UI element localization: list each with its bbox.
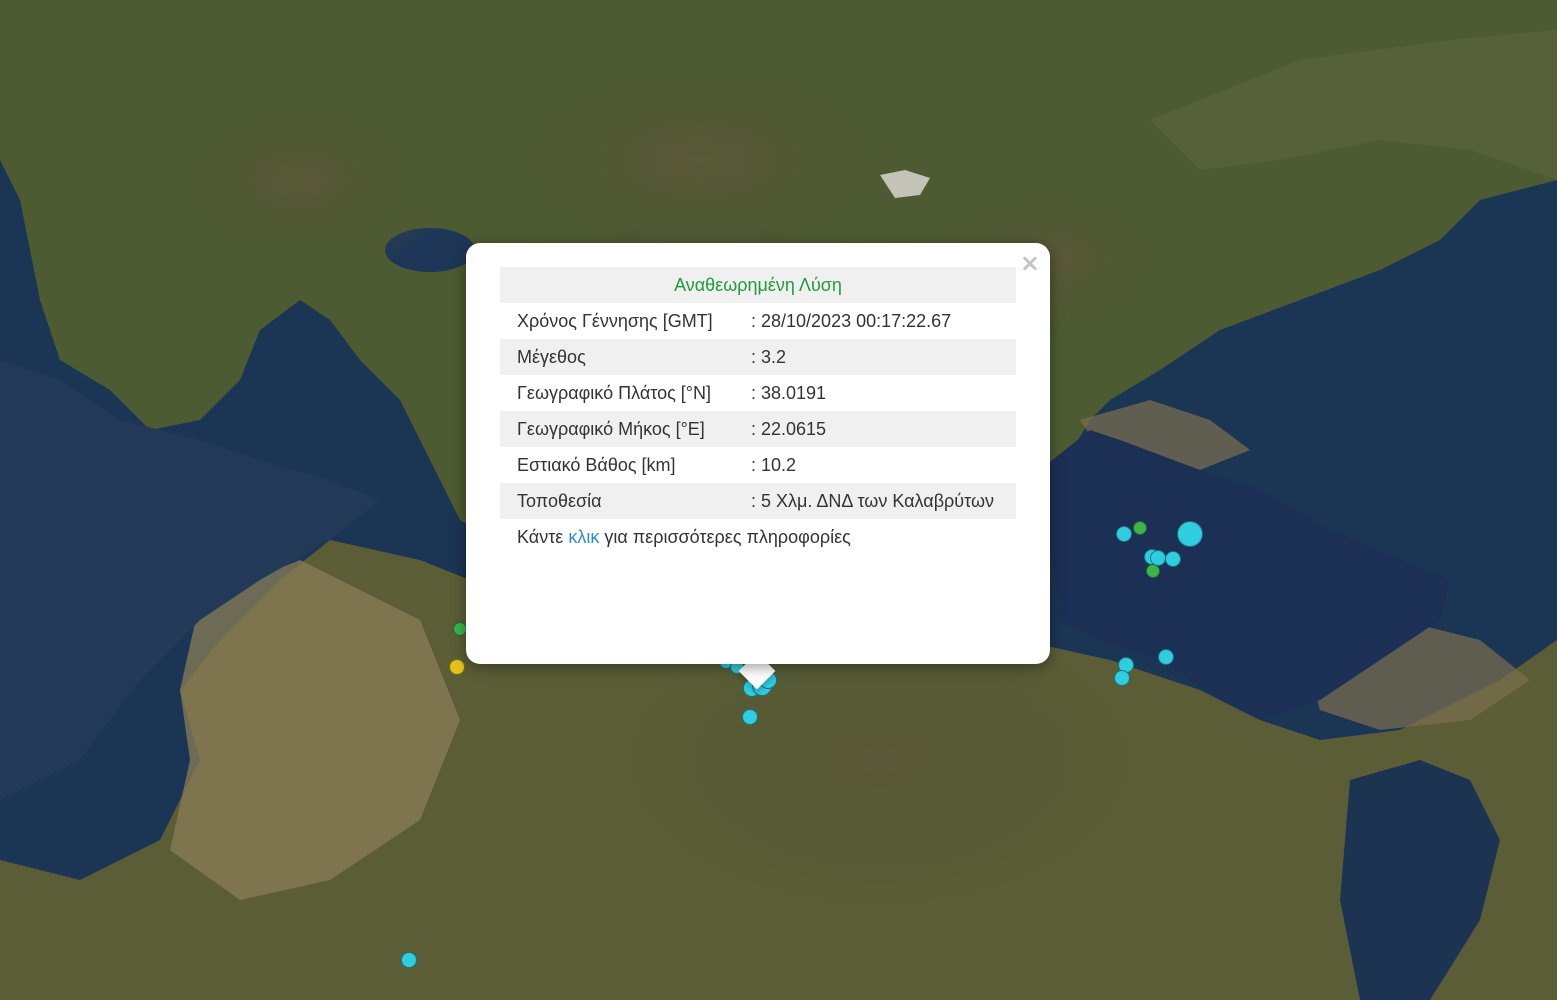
latitude-label: Γεωγραφικό Πλάτος [°N] — [517, 383, 711, 403]
origin-time-value: : 28/10/2023 00:17:22.67 — [751, 311, 952, 331]
quake-marker[interactable] — [1165, 551, 1181, 567]
quake-marker[interactable] — [1133, 521, 1147, 535]
depth-label: Εστιακό Βάθος [km] — [517, 455, 676, 475]
quake-marker[interactable] — [1158, 649, 1174, 665]
satellite-map[interactable]: × Αναθεωρημένη Λύση Χρόνος Γέννησης [GMT… — [0, 0, 1557, 1000]
quake-marker[interactable] — [449, 659, 465, 675]
quake-marker[interactable] — [1177, 521, 1203, 547]
depth-value: : 10.2 — [751, 455, 797, 475]
origin-time-label: Χρόνος Γέννησης [GMT] — [517, 311, 713, 331]
quake-marker[interactable] — [1116, 526, 1132, 542]
more-info-link[interactable]: κλικ — [568, 527, 599, 547]
earthquake-info-table: Αναθεωρημένη Λύση Χρόνος Γέννησης [GMT] … — [500, 267, 1016, 555]
quake-marker[interactable] — [742, 709, 758, 725]
longitude-label: Γεωγραφικό Μήκος [°E] — [500, 411, 734, 447]
quake-marker[interactable] — [1114, 670, 1130, 686]
location-label: Τοποθεσία — [500, 483, 734, 519]
quake-marker[interactable] — [1146, 564, 1160, 578]
longitude-value: : 22.0615 — [734, 411, 1016, 447]
quake-marker[interactable] — [401, 952, 417, 968]
close-icon[interactable]: × — [1020, 249, 1040, 277]
quake-marker[interactable] — [453, 622, 467, 636]
more-info-line: Κάντε κλικ για περισσότερες πληροφορίες — [500, 519, 1016, 555]
earthquake-popup: × Αναθεωρημένη Λύση Χρόνος Γέννησης [GMT… — [466, 243, 1050, 664]
location-value: : 5 Χλμ. ΔΝΔ των Καλαβρύτων — [734, 483, 1016, 519]
magnitude-value: : 3.2 — [734, 339, 1016, 375]
magnitude-label: Μέγεθος — [500, 339, 734, 375]
more-info-prefix: Κάντε — [517, 527, 564, 547]
popup-header: Αναθεωρημένη Λύση — [500, 267, 1016, 303]
latitude-value: : 38.0191 — [751, 383, 827, 403]
more-info-suffix: για περισσότερες πληροφορίες — [604, 527, 851, 547]
